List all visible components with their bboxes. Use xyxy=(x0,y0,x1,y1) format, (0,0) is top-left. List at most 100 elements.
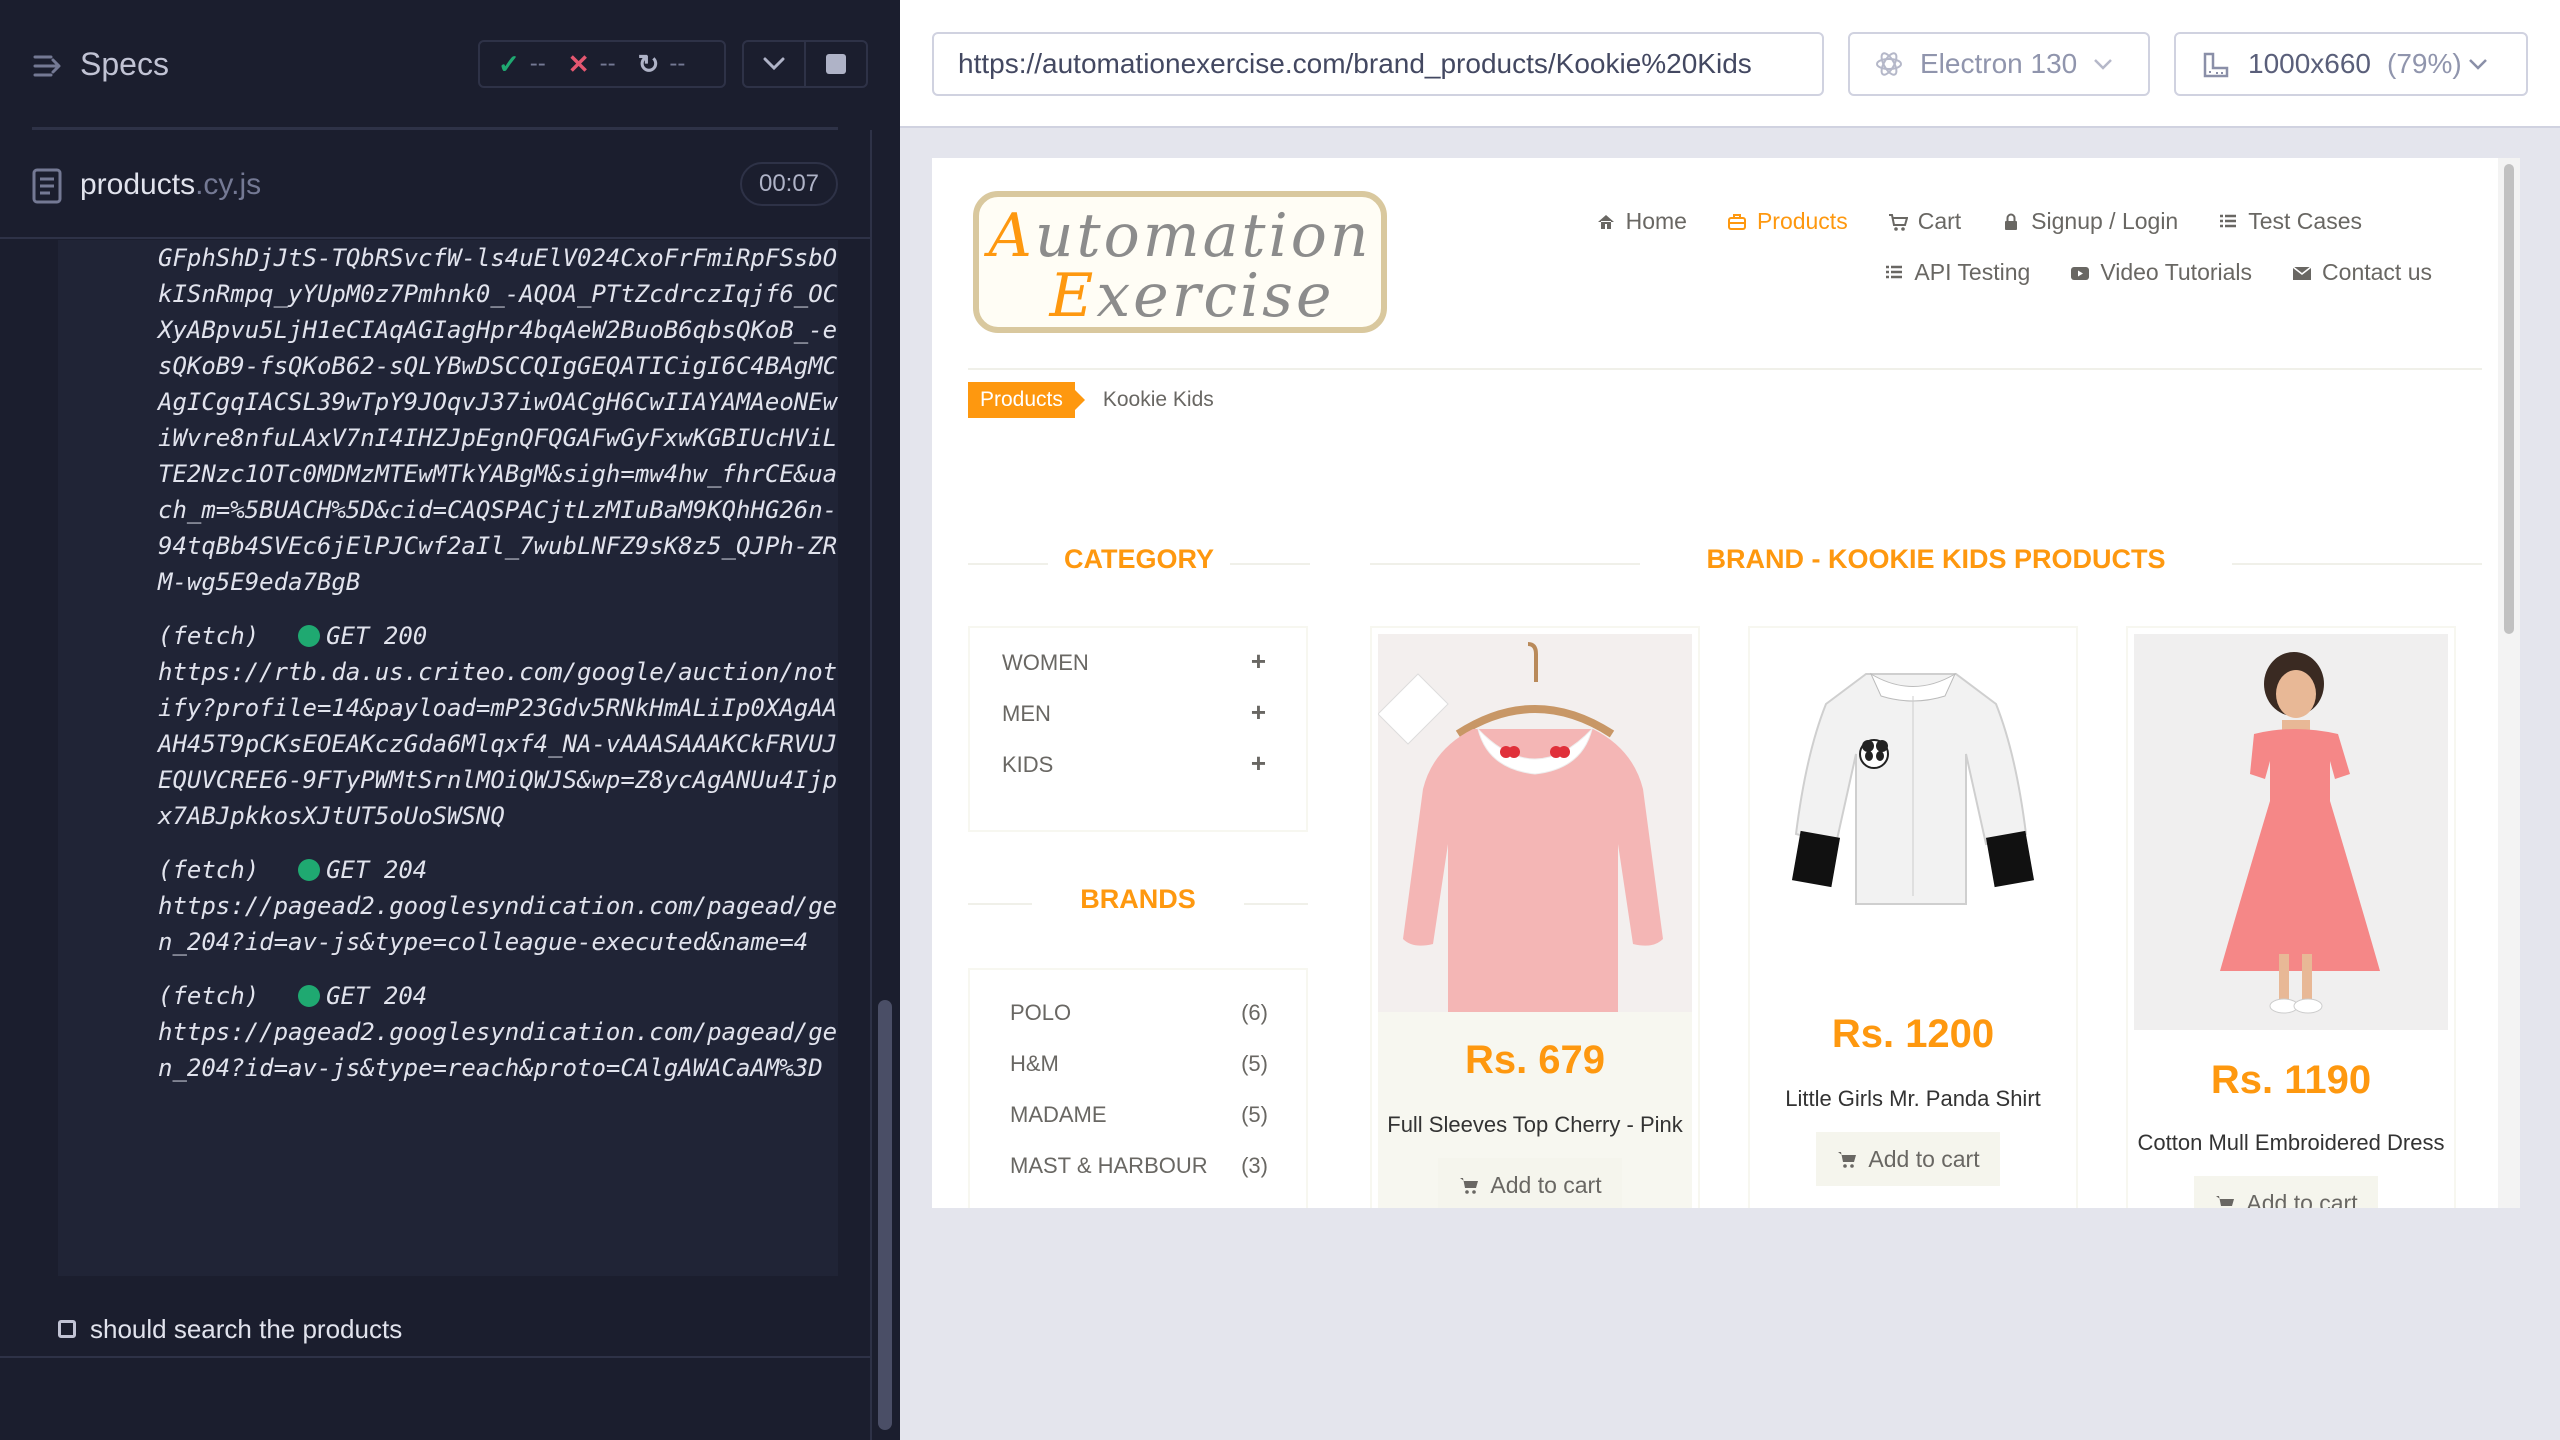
nav-login[interactable]: Signup / Login xyxy=(2001,208,2178,235)
log-status: 204 xyxy=(383,856,428,884)
product-card-inner: Rs. 1200 Little Girls Mr. Panda Shirt Ad… xyxy=(1756,634,2070,1208)
chevron-down-icon xyxy=(763,57,785,71)
category-men[interactable]: MEN + xyxy=(1002,699,1306,752)
plus-icon[interactable]: + xyxy=(1251,648,1266,701)
pending-count: -- xyxy=(669,50,686,77)
brand-count: (5) xyxy=(1241,1102,1268,1127)
pending-test-icon xyxy=(58,1320,76,1338)
test-item[interactable]: should search the products xyxy=(0,1300,870,1360)
brand-name: MADAME xyxy=(1010,1102,1107,1127)
divider xyxy=(1370,563,1640,565)
brand-mast-harbour[interactable]: MAST & HARBOUR (3) xyxy=(1010,1153,1268,1204)
log-kind: (fetch) xyxy=(158,622,260,650)
aut-scrollbar[interactable] xyxy=(2498,158,2520,1208)
nav-video-tutorials[interactable]: Video Tutorials xyxy=(2070,259,2252,286)
add-to-cart-button[interactable]: Add to cart xyxy=(1816,1132,2000,1186)
brand-count: (6) xyxy=(1241,1000,1268,1025)
scrollbar-thumb[interactable] xyxy=(2504,164,2514,634)
scrollbar-thumb[interactable] xyxy=(878,1000,892,1430)
product-card: Rs. 679 Full Sleeves Top Cherry - Pink A… xyxy=(1370,626,1700,1208)
product-name: Cotton Mull Embroidered Dress xyxy=(2137,1130,2445,1155)
nav-api-testing[interactable]: API Testing xyxy=(1884,259,2030,286)
brand-name: POLO xyxy=(1010,1000,1072,1025)
nav-products[interactable]: Products xyxy=(1727,208,1848,235)
plus-icon[interactable]: + xyxy=(1251,750,1266,803)
nav-home-label: Home xyxy=(1625,208,1687,234)
breadcrumb-products[interactable]: Products xyxy=(968,382,1085,418)
viewport-size: 1000x660 xyxy=(2248,48,2372,79)
list-icon xyxy=(1886,265,1903,278)
log-entry[interactable]: (fetch) GET 200 https://rtb.da.us.criteo… xyxy=(158,618,838,834)
brand-polo[interactable]: POLO (6) xyxy=(1010,1000,1268,1051)
home-icon xyxy=(1597,214,1614,229)
spinner-icon: ↻ xyxy=(637,48,660,79)
log-status: 204 xyxy=(383,982,428,1010)
command-log-inner: GFphShDjJtS-TQbRSvcfW-ls4uElV024CxoFrFmi… xyxy=(158,240,838,1104)
lock-icon xyxy=(2005,213,2018,230)
specs-menu-icon[interactable] xyxy=(32,50,64,82)
divider xyxy=(968,368,2482,370)
product-card-inner: Rs. 1190 Cotton Mull Embroidered Dress A… xyxy=(2134,634,2448,1208)
brand-hm[interactable]: H&M (5) xyxy=(1010,1051,1268,1102)
site-logo[interactable]: Automation Exercise xyxy=(972,190,1388,334)
category-label: WOMEN xyxy=(1002,650,1089,675)
divider xyxy=(968,903,1032,905)
log-kind: (fetch) xyxy=(158,856,260,884)
nav-contact[interactable]: Contact us xyxy=(2292,259,2432,286)
add-to-cart-label: Add to cart xyxy=(1490,1171,1602,1198)
aut-iframe: Automation Exercise Home Products Cart S… xyxy=(932,158,2520,1208)
url-bar[interactable]: https://automationexercise.com/brand_pro… xyxy=(932,32,1824,96)
chevron-down-icon xyxy=(2094,59,2113,70)
spec-file-row[interactable]: products.cy.js 00:07 xyxy=(0,150,870,240)
nav-test-cases[interactable]: Test Cases xyxy=(2218,208,2362,235)
svg-text:Exercise: Exercise xyxy=(1049,261,1335,331)
product-price: Rs. 1190 xyxy=(2210,1058,2372,1102)
stop-button[interactable] xyxy=(806,42,866,86)
nav-login-label: Signup / Login xyxy=(2031,208,2179,234)
divider xyxy=(0,237,870,239)
nav-home[interactable]: Home xyxy=(1596,208,1687,235)
electron-icon xyxy=(1876,52,1902,76)
breadcrumb: Products Kookie Kids xyxy=(968,382,1214,418)
category-women[interactable]: WOMEN + xyxy=(1002,648,1306,701)
viewport-selector[interactable]: 1000x660 (79%) xyxy=(2174,32,2528,96)
divider xyxy=(1244,903,1308,905)
brands-panel: POLO (6) H&M (5) MADAME (5) MAST & HARBOUR (… xyxy=(968,968,1308,1208)
add-to-cart-button[interactable]: Add to cart xyxy=(2194,1176,2378,1208)
duration-badge: 00:07 xyxy=(740,162,838,206)
command-log: GFphShDjJtS-TQbRSvcfW-ls4uElV024CxoFrFmi… xyxy=(58,240,838,1276)
run-controls xyxy=(742,40,868,88)
nav-cart[interactable]: Cart xyxy=(1888,208,1961,235)
product-image xyxy=(1378,634,1692,1012)
cart-icon xyxy=(1838,1152,1857,1168)
reporter-scrollbar[interactable] xyxy=(870,130,900,1440)
nav-cart-label: Cart xyxy=(1917,208,1962,234)
check-icon: ✓ xyxy=(498,48,520,79)
log-entry[interactable]: (fetch) GET 204 https://pagead2.googlesy… xyxy=(158,978,838,1086)
brands-title: BRANDS xyxy=(1080,884,1196,914)
browser-selector[interactable]: Electron 130 xyxy=(1848,32,2150,96)
nav-test-cases-label: Test Cases xyxy=(2248,208,2362,234)
browser-label: Electron 130 xyxy=(1920,48,2078,79)
breadcrumb-current: Kookie Kids xyxy=(1102,388,1214,411)
pending-stat: ↻ -- xyxy=(638,49,686,80)
log-text: GFphShDjJtS-TQbRSvcfW-ls4uElV024CxoFrFmi… xyxy=(158,244,838,596)
envelope-icon xyxy=(2292,265,2312,280)
brand-count: (5) xyxy=(1241,1051,1268,1076)
specs-title[interactable]: Specs xyxy=(80,46,169,83)
add-to-cart-button[interactable]: Add to cart xyxy=(1438,1158,1622,1208)
brand-madame[interactable]: MADAME (5) xyxy=(1010,1102,1268,1153)
ruler-icon xyxy=(2203,52,2229,78)
log-entry[interactable]: (fetch) GET 204 https://pagead2.googlesy… xyxy=(158,852,838,960)
spec-file-name: products.cy.js xyxy=(80,168,261,202)
cart-icon xyxy=(2216,1196,2235,1206)
passed-stat: ✓ -- xyxy=(498,49,546,80)
spec-name: products xyxy=(80,168,196,201)
category-kids[interactable]: KIDS + xyxy=(1002,750,1306,803)
category-label: MEN xyxy=(1002,701,1051,726)
chevron-down-icon xyxy=(2468,59,2487,70)
plus-icon[interactable]: + xyxy=(1251,699,1266,752)
x-icon: ✕ xyxy=(567,48,590,79)
expand-button[interactable] xyxy=(744,42,806,86)
divider xyxy=(32,127,838,130)
